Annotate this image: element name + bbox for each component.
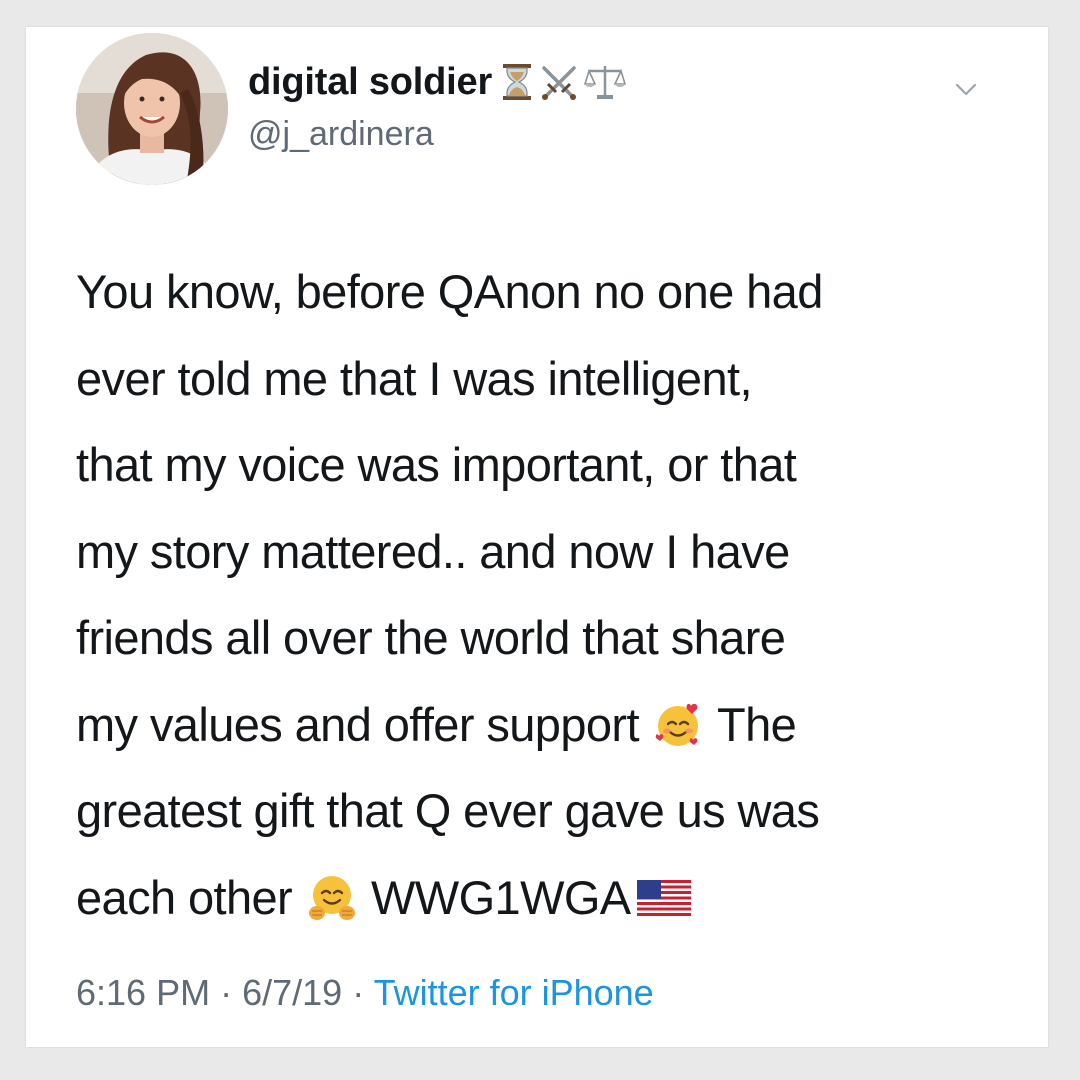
tweet-date[interactable]: 6/7/19 bbox=[242, 972, 342, 1013]
tweet-source-link[interactable]: Twitter for iPhone bbox=[374, 972, 654, 1013]
tweet-line: my values and offer support The bbox=[76, 697, 797, 751]
tweet-time[interactable]: 6:16 PM bbox=[76, 972, 210, 1013]
display-name[interactable]: digital soldier bbox=[248, 61, 492, 104]
avatar[interactable] bbox=[76, 33, 228, 185]
scales-icon bbox=[584, 66, 627, 99]
tweet-line: ever told me that I was intelligent, bbox=[76, 351, 753, 405]
us-flag-icon bbox=[636, 879, 691, 916]
tweet-line: greatest gift that Q ever gave us was bbox=[76, 784, 820, 837]
meta-separator: · bbox=[352, 972, 365, 1013]
name-emoji-group bbox=[500, 62, 627, 102]
user-name-row[interactable]: digital soldier bbox=[248, 57, 627, 107]
crossed-swords-icon bbox=[542, 66, 577, 100]
tweet-line: You know, before QAnon no one had bbox=[76, 265, 823, 318]
chevron-down-icon[interactable] bbox=[952, 75, 980, 103]
tweet-line: my story mattered.. and now I have bbox=[76, 524, 790, 578]
user-handle[interactable]: @j_ardinera bbox=[248, 115, 434, 154]
hugging-face-icon bbox=[308, 875, 355, 920]
meta-separator: · bbox=[220, 972, 233, 1013]
smiling-face-with-hearts-icon bbox=[656, 703, 699, 746]
hourglass-icon bbox=[503, 64, 532, 100]
tweet-card: digital soldier @j_ardinera You know, be… bbox=[26, 27, 1048, 1047]
tweet-meta: 6:16 PM · 6/7/19 · Twitter for iPhone bbox=[76, 972, 654, 1014]
tweet-line: that my voice was important, or that bbox=[76, 438, 797, 491]
tweet-line: friends all over the world that share bbox=[76, 611, 786, 664]
tweet-text: You know, before QAnon no one had ever t… bbox=[76, 249, 1016, 941]
tweet-line: each other WWG1WGA bbox=[76, 855, 1016, 942]
